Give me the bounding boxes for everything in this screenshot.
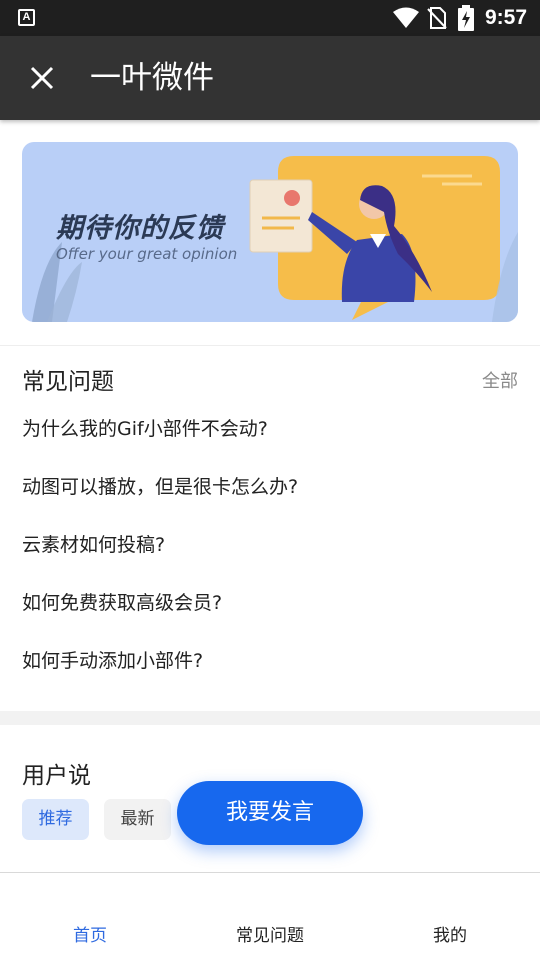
app-bar: 一叶微件 (0, 36, 540, 120)
post-comment-button[interactable]: 我要发言 (177, 781, 363, 845)
close-button[interactable] (22, 58, 62, 98)
tab-latest[interactable]: 最新 (104, 799, 171, 840)
close-icon (30, 66, 54, 90)
page-title: 一叶微件 (90, 60, 214, 96)
feedback-banner[interactable]: 期待你的反馈 Offer your great opinion (22, 142, 518, 322)
nav-item-mine[interactable]: 我的 (360, 921, 540, 946)
tab-recommended[interactable]: 推荐 (22, 799, 89, 840)
faq-item[interactable]: 云素材如何投稿? (22, 530, 518, 588)
nav-item-faq[interactable]: 常见问题 (180, 921, 360, 946)
faq-list: 为什么我的Gif小部件不会动? 动图可以播放，但是很卡怎么办? 云素材如何投稿?… (22, 414, 518, 704)
faq-section-title: 常见问题 (22, 369, 114, 395)
banner-subtitle: Offer your great opinion (56, 245, 238, 263)
faq-item[interactable]: 如何手动添加小部件? (22, 646, 518, 704)
no-sim-icon (427, 7, 447, 29)
battery-charging-icon (458, 5, 474, 31)
section-separator (0, 711, 540, 725)
banner-title: 期待你的反馈 (56, 213, 224, 244)
app-notification-icon: A (18, 9, 35, 26)
status-time: 9:57 (485, 6, 528, 29)
faq-item[interactable]: 动图可以播放，但是很卡怎么办? (22, 472, 518, 530)
user-says-title: 用户说 (22, 763, 91, 789)
faq-view-all-link[interactable]: 全部 (482, 367, 518, 393)
status-bar: A 9:57 (0, 0, 540, 36)
bottom-navigation: 首页 常见问题 我的 (0, 872, 540, 960)
wifi-icon (393, 7, 419, 28)
faq-item[interactable]: 如何免费获取高级会员? (22, 588, 518, 646)
faq-item[interactable]: 为什么我的Gif小部件不会动? (22, 414, 518, 472)
divider (0, 345, 540, 346)
nav-item-home[interactable]: 首页 (0, 921, 180, 946)
